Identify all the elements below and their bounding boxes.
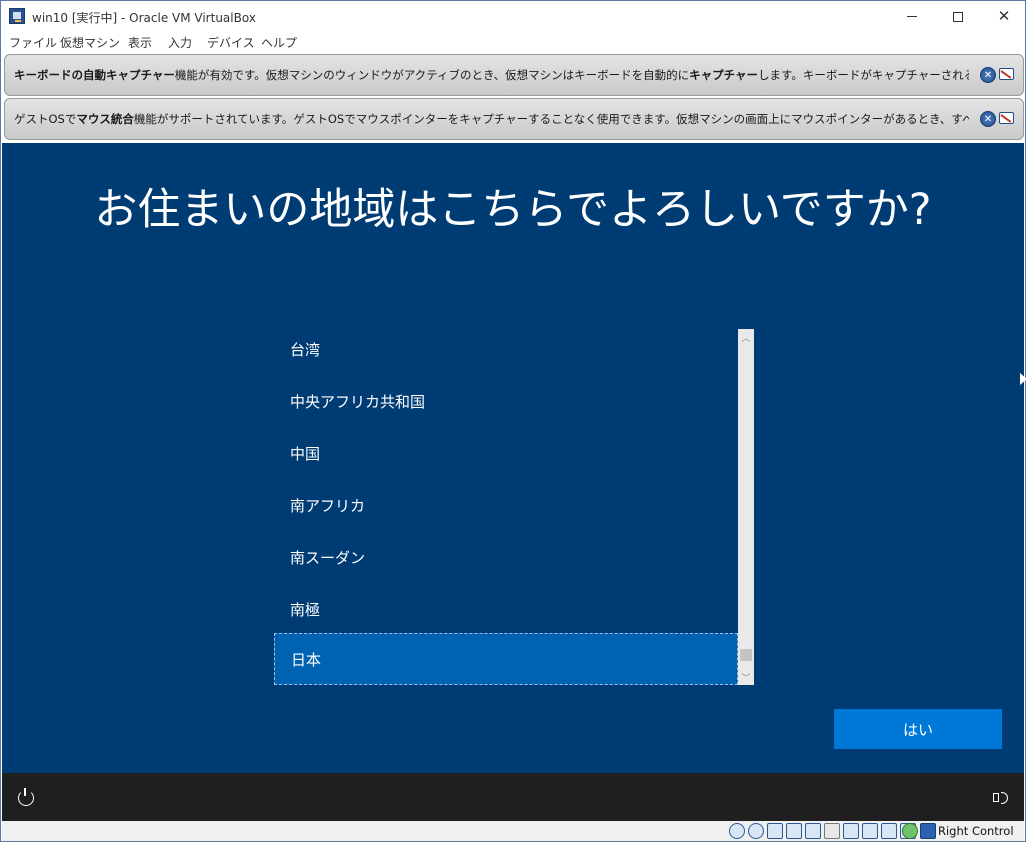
close-banner-icon[interactable]: ✕	[980, 111, 996, 127]
list-item[interactable]: 中国	[274, 427, 738, 479]
vt-x-icon[interactable]	[881, 823, 897, 839]
mouse-integration-banner: ゲストOSでマウス統合機能がサポートされています。ゲストOSでマウスポインターを…	[4, 98, 1024, 140]
keyboard-capture-banner: キーボードの自動キャプチャー機能が有効です。仮想マシンのウィンドウがアクティブの…	[4, 54, 1024, 96]
close-button[interactable]: ✕	[981, 1, 1026, 32]
menu-view[interactable]: 表示	[128, 34, 152, 51]
network-icon[interactable]	[786, 823, 802, 839]
menu-bar: ファイル 仮想マシン 表示 入力 デバイス ヘルプ	[1, 32, 1025, 52]
minimize-icon	[907, 16, 917, 17]
usb-icon[interactable]	[805, 823, 821, 839]
virtualbox-app-icon	[9, 8, 25, 24]
host-key-label: Right Control	[938, 824, 1014, 838]
shared-folders-icon[interactable]	[824, 823, 840, 839]
close-banner-icon[interactable]: ✕	[980, 67, 996, 83]
optical-drive-icon[interactable]	[748, 823, 764, 839]
minimize-button[interactable]	[889, 1, 935, 32]
list-item[interactable]: 南スーダン	[274, 531, 738, 583]
region-list[interactable]: 台湾 中央アフリカ共和国 中国 南アフリカ 南スーダン 南極 日本 ︿ ﹀	[274, 329, 754, 685]
region-list-scrollbar[interactable]: ︿ ﹀	[738, 329, 754, 685]
menu-file[interactable]: ファイル	[9, 34, 57, 51]
do-not-show-again-icon[interactable]	[998, 110, 1015, 127]
accessibility-icon[interactable]	[18, 788, 34, 806]
mouse-integration-message: ゲストOSでマウス統合機能がサポートされています。ゲストOSでマウスポインターを…	[14, 112, 969, 126]
scroll-up-icon[interactable]: ︿	[738, 329, 754, 345]
page-title: お住まいの地域はこちらでよろしいですか?	[94, 185, 932, 235]
title-bar[interactable]: win10 [実行中] - Oracle VM VirtualBox ✕	[1, 1, 1025, 32]
list-item[interactable]: 南アフリカ	[274, 479, 738, 531]
maximize-button[interactable]	[935, 1, 981, 32]
list-item-selected[interactable]: 日本	[274, 633, 738, 685]
scroll-thumb[interactable]	[740, 649, 752, 661]
hard-disk-icon[interactable]	[729, 823, 745, 839]
display-icon[interactable]	[843, 823, 859, 839]
list-item[interactable]: 台湾	[274, 323, 738, 375]
guest-footer	[2, 773, 1024, 821]
audio-icon[interactable]	[767, 823, 783, 839]
guest-display[interactable]: お住まいの地域はこちらでよろしいですか? 台湾 中央アフリカ共和国 中国 南アフ…	[2, 143, 1024, 773]
maximize-icon	[953, 11, 963, 22]
status-bar: Right Control	[2, 821, 1024, 841]
mouse-cursor-icon	[1020, 373, 1026, 385]
window-title: win10 [実行中] - Oracle VM VirtualBox	[32, 11, 256, 25]
close-icon: ✕	[997, 7, 1011, 25]
menu-help[interactable]: ヘルプ	[261, 34, 297, 51]
do-not-show-again-icon[interactable]	[998, 66, 1015, 83]
menu-machine[interactable]: 仮想マシン	[60, 34, 120, 51]
list-item[interactable]: 南極	[274, 583, 738, 635]
volume-icon[interactable]	[992, 789, 1010, 805]
guest-additions-icon[interactable]	[902, 823, 918, 839]
virtualbox-window: win10 [実行中] - Oracle VM VirtualBox ✕ ファイ…	[0, 0, 1026, 842]
menu-input[interactable]: 入力	[168, 34, 192, 51]
menu-devices[interactable]: デバイス	[207, 34, 255, 51]
keyboard-capture-icon[interactable]	[920, 823, 936, 839]
list-item[interactable]: 中央アフリカ共和国	[274, 375, 738, 427]
scroll-down-icon[interactable]: ﹀	[738, 669, 754, 685]
keyboard-capture-message: キーボードの自動キャプチャー機能が有効です。仮想マシンのウィンドウがアクティブの…	[14, 68, 969, 82]
recording-icon[interactable]	[862, 823, 878, 839]
yes-button[interactable]: はい	[834, 709, 1002, 749]
